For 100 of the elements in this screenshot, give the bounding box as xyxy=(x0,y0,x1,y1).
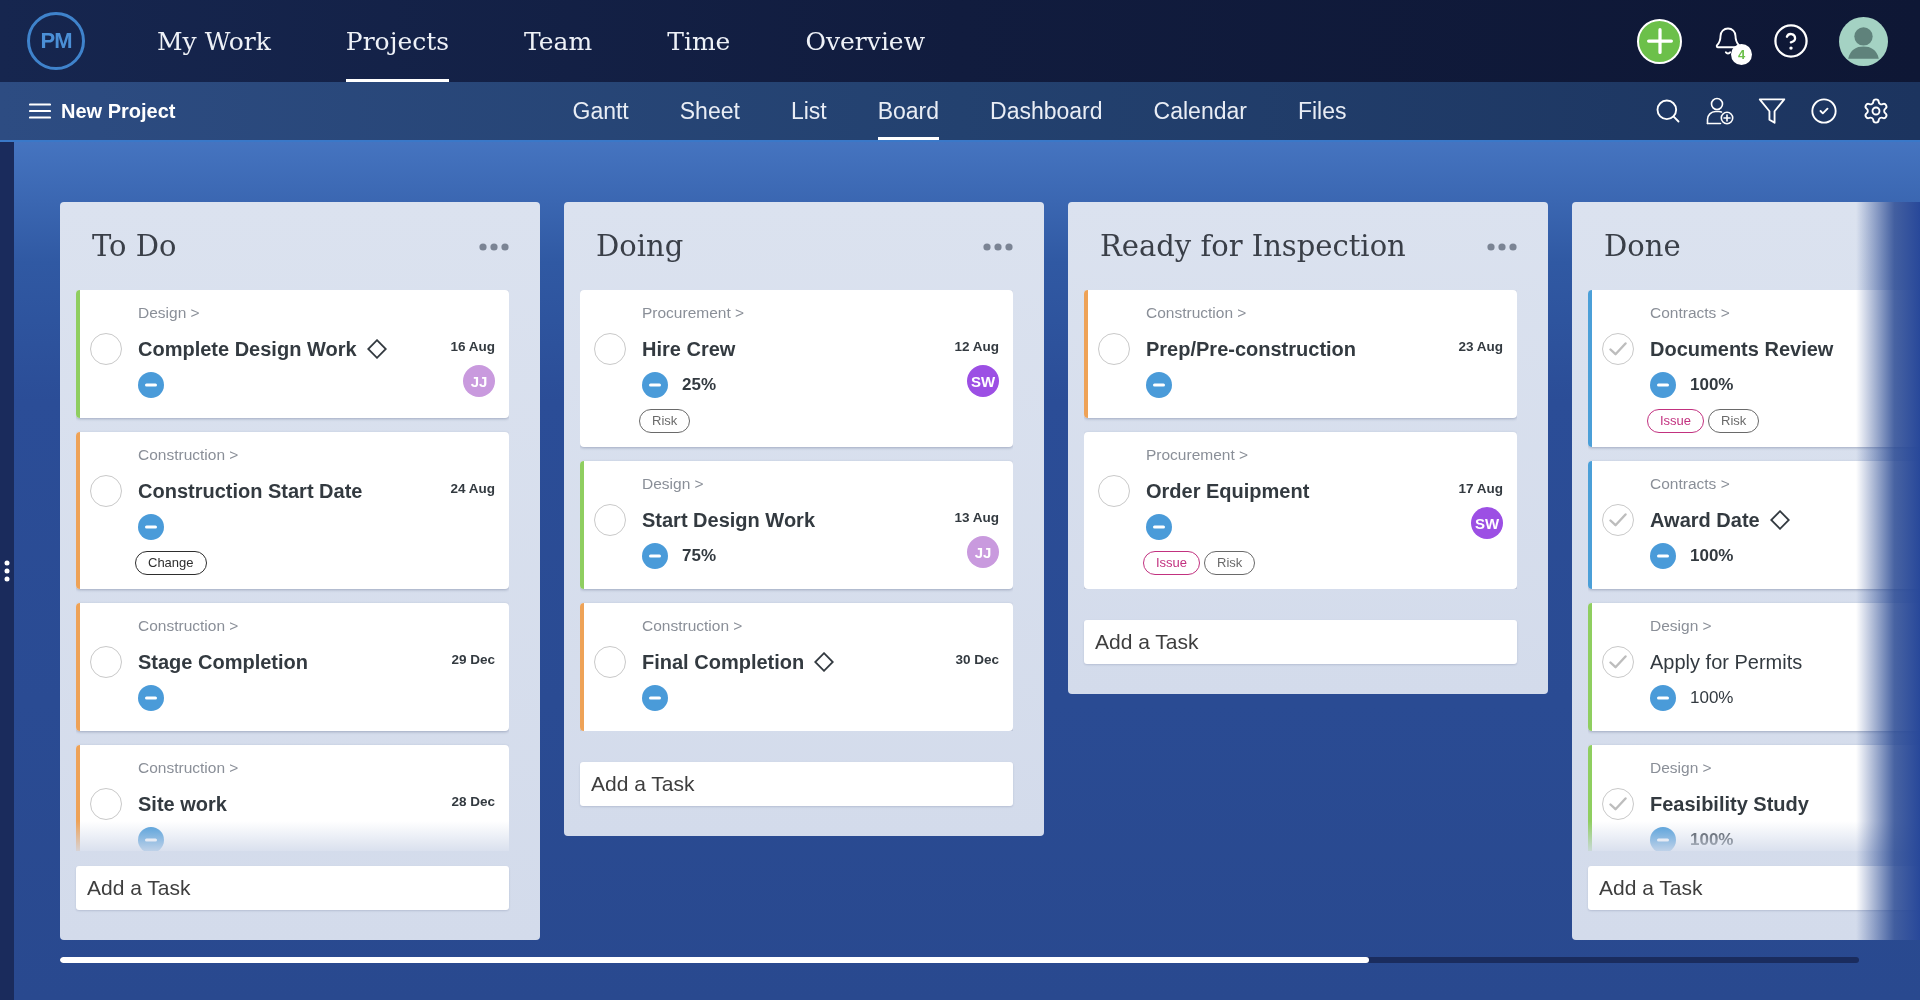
task-card[interactable]: Design > Start Design Work 13 Aug 75% JJ xyxy=(580,461,1013,589)
add-task-field[interactable]: Add a Task xyxy=(76,866,509,910)
task-checkbox[interactable] xyxy=(90,646,122,678)
nav-link[interactable]: My Work xyxy=(157,0,271,82)
horizontal-scrollbar[interactable] xyxy=(60,957,1859,963)
nav-link[interactable]: Overview xyxy=(805,0,926,82)
task-card[interactable]: Design > Feasibility Study 100% xyxy=(1588,745,1920,851)
assignee-avatar: JJ xyxy=(967,536,999,568)
nav-link[interactable]: Time xyxy=(667,0,731,82)
task-title: Prep/Pre-construction xyxy=(1146,337,1357,362)
task-title: Complete Design Work xyxy=(138,337,357,362)
column-title: Ready for Inspection xyxy=(1100,228,1406,265)
view-tab[interactable]: Dashboard xyxy=(990,82,1103,140)
task-checkbox[interactable] xyxy=(90,475,122,507)
column-title: Done xyxy=(1604,228,1681,265)
due-date: 12 Aug xyxy=(954,338,999,354)
task-title: Order Equipment xyxy=(1146,479,1310,504)
search-icon[interactable] xyxy=(1654,97,1682,125)
due-date: 30 Dec xyxy=(955,651,999,667)
task-checkbox[interactable] xyxy=(594,504,626,536)
task-checkbox[interactable] xyxy=(90,788,122,820)
task-card[interactable]: Contracts > Documents Review 100% Issue Risk xyxy=(1588,290,1920,447)
minus-circle-icon xyxy=(138,514,164,540)
task-card[interactable]: Construction > Final Completion 30 Dec xyxy=(580,603,1013,731)
minus-circle-icon xyxy=(642,372,668,398)
task-title: Documents Review xyxy=(1650,337,1834,362)
notification-count: 4 xyxy=(1731,44,1752,65)
task-title: Feasibility Study xyxy=(1650,792,1809,817)
filter-icon[interactable] xyxy=(1758,97,1786,125)
task-checkbox[interactable] xyxy=(1602,788,1634,820)
task-title: Stage Completion xyxy=(138,650,308,675)
nav-link[interactable]: Team xyxy=(524,0,593,82)
project-title: New Project xyxy=(61,99,176,123)
due-date: 16 Aug xyxy=(450,338,495,354)
check-circle-icon[interactable] xyxy=(1810,97,1838,125)
menu-icon[interactable] xyxy=(29,103,51,119)
due-date: 17 Aug xyxy=(1458,480,1503,496)
view-tab[interactable]: Files xyxy=(1297,82,1347,140)
check-icon xyxy=(1609,655,1627,669)
assignee-avatar: JJ xyxy=(463,365,495,397)
task-title: Hire Crew xyxy=(642,337,736,362)
task-checkbox[interactable] xyxy=(1098,475,1130,507)
more-icon[interactable] xyxy=(983,242,1013,251)
task-checkbox[interactable] xyxy=(90,333,122,365)
task-card[interactable]: Design > Apply for Permits 100% xyxy=(1588,603,1920,731)
task-category: Design > xyxy=(1650,759,1712,777)
task-title: Apply for Permits xyxy=(1650,650,1803,675)
task-card[interactable]: Construction > Site work 28 Dec xyxy=(76,745,509,851)
task-card[interactable]: Construction > Stage Completion 29 Dec xyxy=(76,603,509,731)
settings-icon[interactable] xyxy=(1862,97,1890,125)
task-category: Construction > xyxy=(1146,304,1247,322)
task-category: Contracts > xyxy=(1650,304,1730,322)
task-card[interactable]: Procurement > Order Equipment 17 Aug SW Issue Risk xyxy=(1084,432,1517,589)
more-icon[interactable] xyxy=(479,242,509,251)
add-user-icon[interactable] xyxy=(1706,97,1734,125)
app-logo[interactable]: PM xyxy=(27,12,85,70)
due-date: 29 Dec xyxy=(451,651,495,667)
more-icon[interactable] xyxy=(1487,242,1517,251)
add-button[interactable] xyxy=(1637,18,1682,64)
add-task-field[interactable]: Add a Task xyxy=(580,762,1013,806)
task-card[interactable]: Contracts > Award Date 100% xyxy=(1588,461,1920,589)
task-checkbox[interactable] xyxy=(1098,333,1130,365)
minus-circle-icon xyxy=(1650,685,1676,711)
task-checkbox[interactable] xyxy=(1602,504,1634,536)
view-tab[interactable]: Gantt xyxy=(572,82,629,140)
view-tab[interactable]: List xyxy=(790,82,827,140)
task-title: Site work xyxy=(138,792,227,817)
add-task-field[interactable]: Add a Task xyxy=(1084,620,1517,664)
task-card[interactable]: Construction > Construction Start Date 24 Aug Change xyxy=(76,432,509,589)
scrollbar-thumb[interactable] xyxy=(60,957,1369,963)
view-tab[interactable]: Calendar xyxy=(1153,82,1247,140)
task-category: Procurement > xyxy=(1146,446,1249,464)
task-checkbox[interactable] xyxy=(1602,333,1634,365)
check-icon xyxy=(1609,342,1627,356)
minus-circle-icon xyxy=(138,372,164,398)
progress-percent: 100% xyxy=(1690,375,1734,395)
drag-handle-icon[interactable] xyxy=(4,560,10,582)
task-category: Contracts > xyxy=(1650,475,1730,493)
help-icon[interactable] xyxy=(1774,24,1808,58)
add-task-field[interactable]: Add a Task xyxy=(1588,866,1920,910)
task-checkbox[interactable] xyxy=(594,333,626,365)
assignee-avatar: SW xyxy=(1471,507,1503,539)
minus-circle-icon xyxy=(642,543,668,569)
task-card[interactable]: Design > Complete Design Work 16 Aug JJ xyxy=(76,290,509,418)
task-title: Start Design Work xyxy=(642,508,815,533)
task-card[interactable]: Construction > Prep/Pre-construction 23 Aug xyxy=(1084,290,1517,418)
plus-icon xyxy=(1646,28,1673,54)
user-avatar-icon[interactable] xyxy=(1839,16,1888,66)
view-tab[interactable]: Sheet xyxy=(679,82,740,140)
minus-circle-icon xyxy=(1146,514,1172,540)
minus-circle-icon xyxy=(1650,543,1676,569)
task-category: Construction > xyxy=(138,759,239,777)
task-title: Construction Start Date xyxy=(138,479,363,504)
task-card[interactable]: Procurement > Hire Crew 12 Aug 25% SW Risk xyxy=(580,290,1013,447)
column-title: Doing xyxy=(596,228,684,265)
task-checkbox[interactable] xyxy=(1602,646,1634,678)
assignee-avatar: SW xyxy=(967,365,999,397)
minus-circle-icon xyxy=(1146,372,1172,398)
progress-percent: 100% xyxy=(1690,688,1734,708)
task-checkbox[interactable] xyxy=(594,646,626,678)
